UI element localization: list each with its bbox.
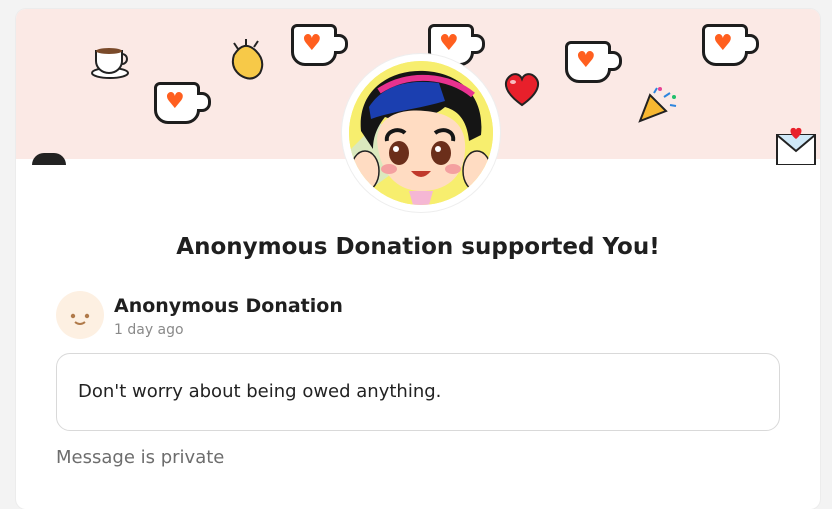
supporter-timestamp: 1 day ago bbox=[114, 322, 184, 338]
clapping-hands-icon bbox=[226, 37, 272, 85]
privacy-note: Message is private bbox=[56, 447, 225, 468]
support-title: Anonymous Donation supported You! bbox=[176, 234, 660, 260]
message-text: Don't worry about being owed anything. bbox=[78, 381, 442, 402]
party-popper-icon bbox=[636, 85, 680, 129]
ko-fi-mug-icon: ♥ bbox=[154, 82, 211, 124]
ko-fi-mug-icon: ♥ bbox=[565, 41, 622, 83]
supporter-avatar bbox=[56, 291, 104, 339]
coffee-cup-icon bbox=[90, 39, 134, 83]
creator-avatar bbox=[342, 54, 500, 212]
supporter-name: Anonymous Donation bbox=[114, 295, 343, 317]
ko-fi-mug-icon: ♥ bbox=[702, 24, 759, 66]
support-card: ♥ ♥ ♥ ♥ ♥ Anonymous Donation supported Y… bbox=[16, 9, 820, 509]
love-letter-icon bbox=[774, 125, 818, 169]
heart-icon bbox=[501, 69, 543, 113]
cloud-shape-icon bbox=[32, 153, 66, 165]
creator-avatar-image bbox=[349, 61, 493, 205]
message-box: Don't worry about being owed anything. bbox=[56, 353, 780, 431]
ko-fi-mug-icon: ♥ bbox=[291, 24, 348, 66]
